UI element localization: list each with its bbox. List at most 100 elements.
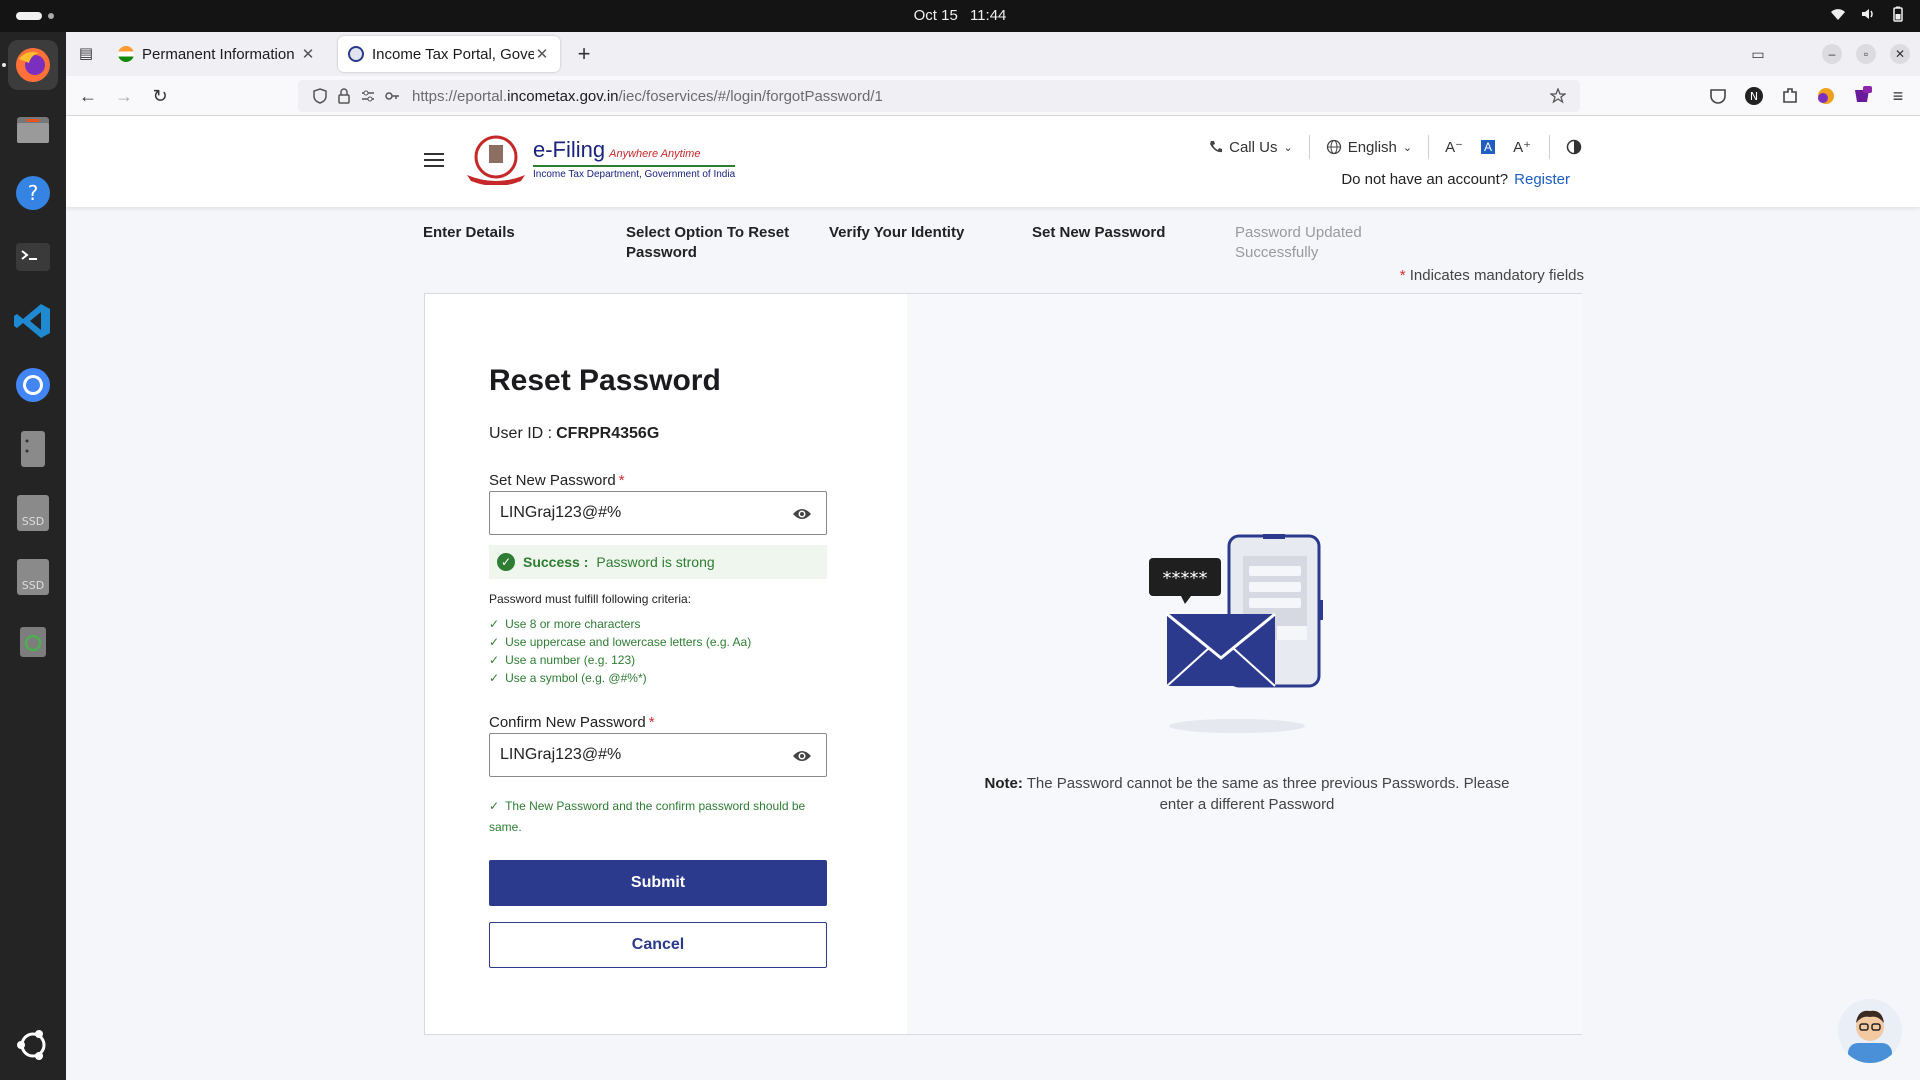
svg-text:N: N — [1750, 90, 1758, 103]
permissions-icon[interactable] — [360, 88, 376, 104]
brand-text: e-Filing — [533, 137, 606, 162]
divider — [1308, 135, 1310, 159]
shield-icon[interactable] — [312, 88, 328, 104]
tab-list-icon[interactable]: ▤ — [74, 42, 98, 66]
eye-icon[interactable] — [792, 506, 812, 522]
bookmark-star-icon[interactable] — [1550, 88, 1566, 104]
application-dock: ? SSD SSD — [0, 32, 66, 1080]
decrease-font-icon[interactable]: A⁻ — [1445, 138, 1463, 156]
web-page: e-Filing Anywhere Anytime Income Tax Depa… — [66, 117, 1920, 1080]
reload-button[interactable]: ↻ — [148, 84, 172, 108]
extensions-icon[interactable] — [1780, 86, 1800, 106]
language-dropdown[interactable]: English ⌄ — [1326, 139, 1412, 156]
register-link[interactable]: Register — [1514, 171, 1570, 188]
browser-nav-bar: ← → ↻ https://eportal.incometax.gov.in/i… — [66, 76, 1920, 116]
efiling-logo[interactable]: e-Filing Anywhere Anytime Income Tax Depa… — [463, 135, 736, 185]
ssd-launcher-2[interactable]: SSD — [8, 552, 58, 602]
masked-password-text: ***** — [1163, 568, 1208, 589]
maximize-button[interactable]: ▫ — [1856, 44, 1876, 64]
new-password-input[interactable]: LINGraj123@#% — [489, 491, 827, 535]
menu-icon[interactable]: ≡ — [1886, 84, 1910, 108]
wifi-icon — [1830, 6, 1846, 22]
step-enter-details: Enter Details — [423, 224, 515, 241]
firefox-launcher[interactable] — [8, 40, 58, 90]
battery-icon — [1890, 6, 1906, 22]
ssd-launcher[interactable]: SSD — [8, 488, 58, 538]
criteria-item: Use 8 or more characters — [489, 615, 751, 633]
terminal-launcher[interactable] — [8, 232, 58, 282]
chromium-icon — [16, 368, 50, 402]
default-font-icon[interactable]: A — [1481, 140, 1496, 154]
folder-icon — [17, 117, 49, 143]
drive-icon — [21, 431, 45, 467]
criteria-item: Use a number (e.g. 123) — [489, 651, 751, 669]
help-launcher[interactable]: ? — [8, 168, 58, 218]
password-note: Note: The Password cannot be the same as… — [967, 773, 1527, 815]
contrast-icon[interactable] — [1566, 139, 1582, 155]
call-us-dropdown[interactable]: Call Us ⌄ — [1209, 139, 1293, 156]
trash-icon — [20, 627, 46, 657]
close-tab-icon[interactable]: ✕ — [300, 45, 316, 63]
vscode-icon — [14, 304, 50, 338]
files-launcher[interactable] — [8, 104, 58, 154]
extension-purple-icon[interactable] — [1852, 86, 1872, 106]
hamburger-menu-icon[interactable] — [424, 153, 444, 167]
restore-view-icon[interactable]: ▭ — [1746, 42, 1770, 66]
extension-orange-icon[interactable] — [1816, 86, 1836, 106]
mandatory-fields-note: * Indicates mandatory fields — [1400, 267, 1584, 284]
forward-button[interactable]: → — [112, 84, 136, 108]
new-tab-button[interactable]: + — [570, 40, 598, 68]
url-domain: incometax.gov.in — [507, 88, 619, 105]
step-password-updated: Password Updated Successfully — [1235, 224, 1362, 261]
criteria-list: Use 8 or more characters Use uppercase a… — [489, 615, 751, 687]
brand-tagline: Anywhere Anytime — [609, 148, 701, 160]
user-id-label: User ID : — [489, 425, 553, 442]
lock-icon[interactable] — [336, 88, 352, 104]
increase-font-icon[interactable]: A⁺ — [1513, 138, 1531, 156]
vscode-launcher[interactable] — [8, 296, 58, 346]
system-top-bar: Oct 15 11:44 — [0, 0, 1920, 32]
system-tray[interactable] — [1830, 6, 1906, 22]
chromium-launcher[interactable] — [8, 360, 58, 410]
cancel-button[interactable]: Cancel — [489, 922, 827, 968]
call-us-label: Call Us — [1229, 138, 1278, 156]
user-id: User ID : CFRPR4356G — [489, 425, 659, 443]
firefox-icon — [16, 48, 50, 82]
minimize-button[interactable]: – — [1822, 44, 1842, 64]
confirm-password-input[interactable]: LINGraj123@#% — [489, 733, 827, 777]
eye-icon[interactable] — [792, 748, 812, 764]
criteria-title: Password must fulfill following criteria… — [489, 592, 692, 606]
page-title: Reset Password — [489, 364, 721, 397]
step-select-option: Select Option To Reset Password — [626, 224, 790, 261]
url-bar[interactable]: https://eportal.incometax.gov.in/iec/fos… — [298, 80, 1580, 112]
confirm-password-label: Confirm New Password * — [489, 714, 655, 731]
pocket-icon[interactable] — [1708, 86, 1728, 106]
key-icon[interactable] — [384, 88, 400, 104]
account-prompt-text: Do not have an account? — [1341, 171, 1509, 188]
close-window-button[interactable]: ✕ — [1890, 44, 1910, 64]
storage-launcher[interactable] — [8, 424, 58, 474]
note-text: The Password cannot be the same as three… — [1026, 775, 1510, 813]
system-clock[interactable]: Oct 15 11:44 — [0, 7, 1920, 24]
illustration-panel: ***** Note: The Password cannot be the s… — [907, 294, 1582, 1034]
trash-launcher[interactable] — [8, 616, 58, 666]
account-n-icon[interactable]: N — [1744, 86, 1764, 106]
new-password-label-text: Set New Password — [489, 472, 616, 489]
tab-label: Income Tax Portal, Gover — [372, 45, 534, 63]
required-star: * — [1399, 267, 1406, 284]
tab-permanent-information[interactable]: Permanent Information ✕ — [108, 36, 326, 72]
chatbot-avatar[interactable] — [1838, 999, 1902, 1063]
submit-button[interactable]: Submit — [489, 860, 827, 906]
strength-label: Success : — [523, 554, 589, 570]
tab-income-tax-portal[interactable]: Income Tax Portal, Gover ✕ — [338, 36, 560, 72]
account-prompt: Do not have an account? Register — [1341, 171, 1570, 188]
clock-date: Oct 15 — [913, 7, 958, 24]
divider — [1428, 135, 1430, 159]
confirm-password-value: LINGraj123@#% — [500, 746, 622, 763]
close-tab-icon[interactable]: ✕ — [534, 45, 550, 63]
show-apps-button[interactable] — [8, 1020, 58, 1070]
password-email-illustration: ***** — [1149, 534, 1323, 733]
mandatory-note-text: Indicates mandatory fields — [1409, 267, 1584, 284]
back-button[interactable]: ← — [76, 84, 100, 108]
india-flag-icon — [118, 46, 134, 62]
